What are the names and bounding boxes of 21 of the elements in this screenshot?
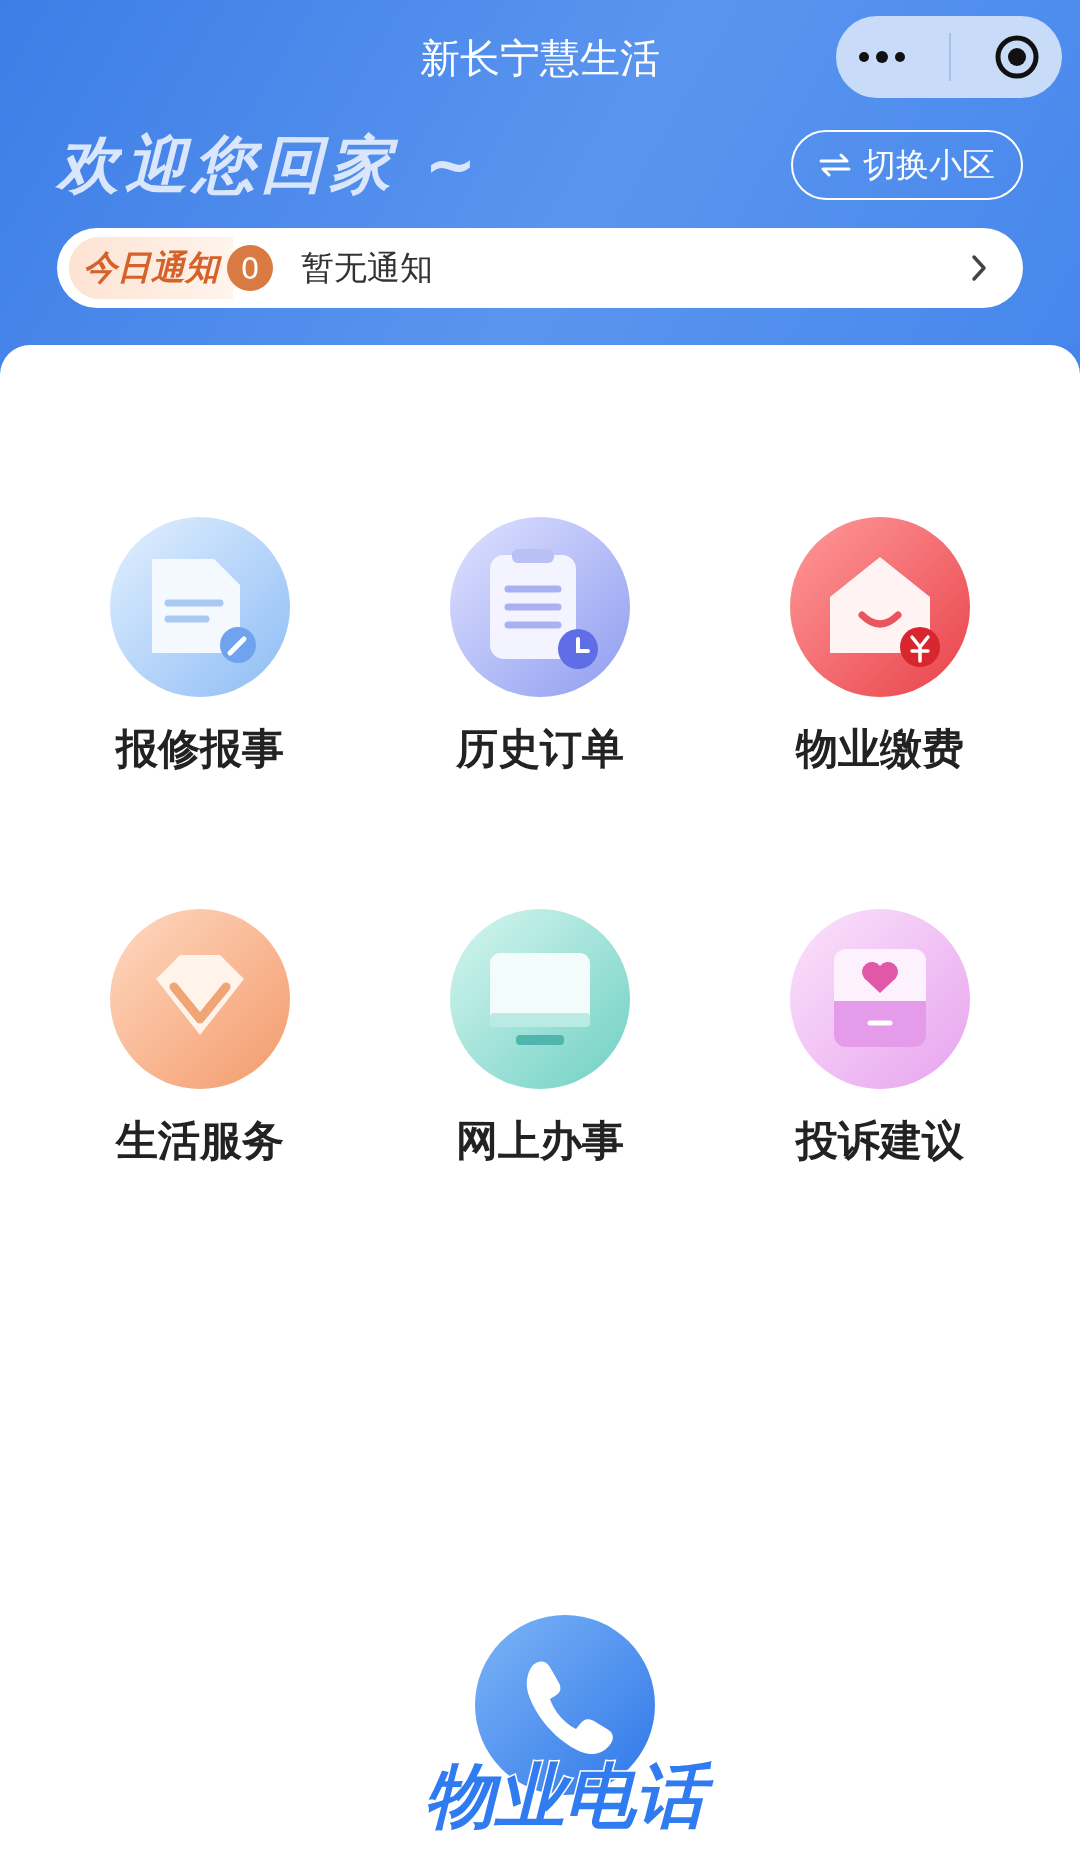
monitor-icon [450, 909, 630, 1089]
document-edit-icon [110, 517, 290, 697]
page-title: 新长宁慧生活 [420, 33, 660, 83]
clipboard-clock-icon [450, 517, 630, 697]
welcome-text: 欢迎您回家 ~ [57, 127, 483, 203]
swap-icon [819, 153, 851, 177]
heart-box-icon [790, 909, 970, 1089]
chevron-right-icon [971, 254, 987, 282]
more-icon[interactable] [857, 50, 907, 64]
service-item[interactable]: 历史订单 [370, 517, 710, 777]
count-badge: 0 [227, 245, 273, 291]
notice-tag: 今日通知 [69, 237, 233, 299]
service-item[interactable]: 生活服务 [30, 909, 370, 1169]
notice-bar[interactable]: 今日通知 0 暂无通知 [57, 228, 1023, 308]
service-item[interactable]: 投诉建议 [710, 909, 1050, 1169]
service-item[interactable]: 网上办事 [370, 909, 710, 1169]
service-item[interactable]: 报修报事 [30, 517, 370, 777]
close-icon[interactable] [993, 33, 1041, 81]
service-item[interactable]: 物业缴费 [710, 517, 1050, 777]
house-yen-icon [790, 517, 970, 697]
notice-text: 暂无通知 [301, 246, 434, 289]
